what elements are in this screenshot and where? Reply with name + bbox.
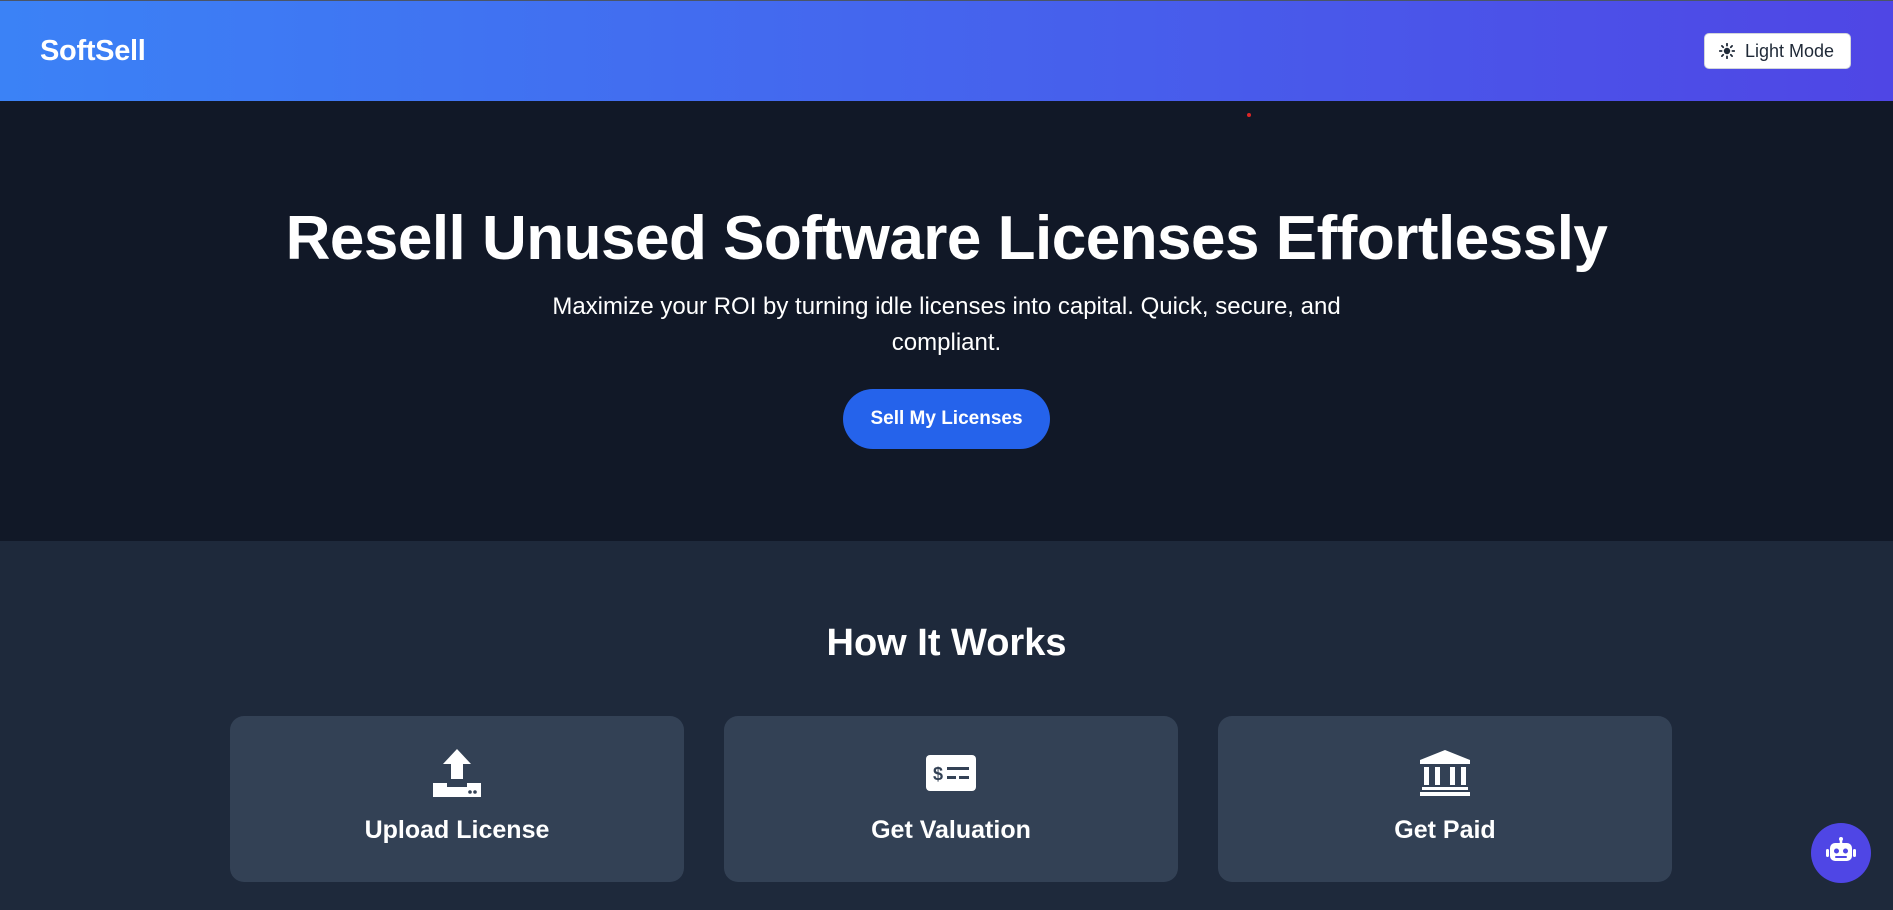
steps-list: Upload License $ Get Valuation Get Paid — [230, 716, 1672, 882]
sun-icon — [1718, 43, 1735, 59]
step-card-paid: Get Paid — [1218, 716, 1672, 882]
how-it-works-section: How It Works Upload License $ Get Valuat… — [0, 541, 1893, 910]
step-card-valuation: $ Get Valuation — [724, 716, 1178, 882]
theme-toggle-button[interactable]: Light Mode — [1703, 33, 1851, 69]
robot-icon — [1826, 836, 1856, 870]
top-header: SoftSell Light Mode — [0, 0, 1893, 101]
hero-title: Resell Unused Software Licenses Effortle… — [285, 204, 1608, 273]
bank-icon — [1419, 747, 1471, 799]
theme-toggle-label: Light Mode — [1744, 40, 1834, 61]
red-dot — [1247, 113, 1251, 117]
sell-licenses-button[interactable]: Sell My Licenses — [843, 389, 1050, 449]
svg-text:$: $ — [933, 764, 943, 784]
hero-subtitle: Maximize your ROI by turning idle licens… — [552, 293, 1341, 356]
step-label: Get Valuation — [871, 816, 1031, 844]
step-card-upload: Upload License — [230, 716, 684, 882]
logo[interactable]: SoftSell — [40, 35, 146, 68]
step-label: Get Paid — [1394, 816, 1496, 844]
money-check-icon: $ — [925, 747, 977, 799]
chat-bot-button[interactable] — [1811, 823, 1871, 883]
hero-section: Resell Unused Software Licenses Effortle… — [0, 101, 1893, 541]
upload-icon — [431, 747, 483, 799]
section-title: How It Works — [826, 622, 1067, 664]
step-label: Upload License — [364, 816, 550, 844]
